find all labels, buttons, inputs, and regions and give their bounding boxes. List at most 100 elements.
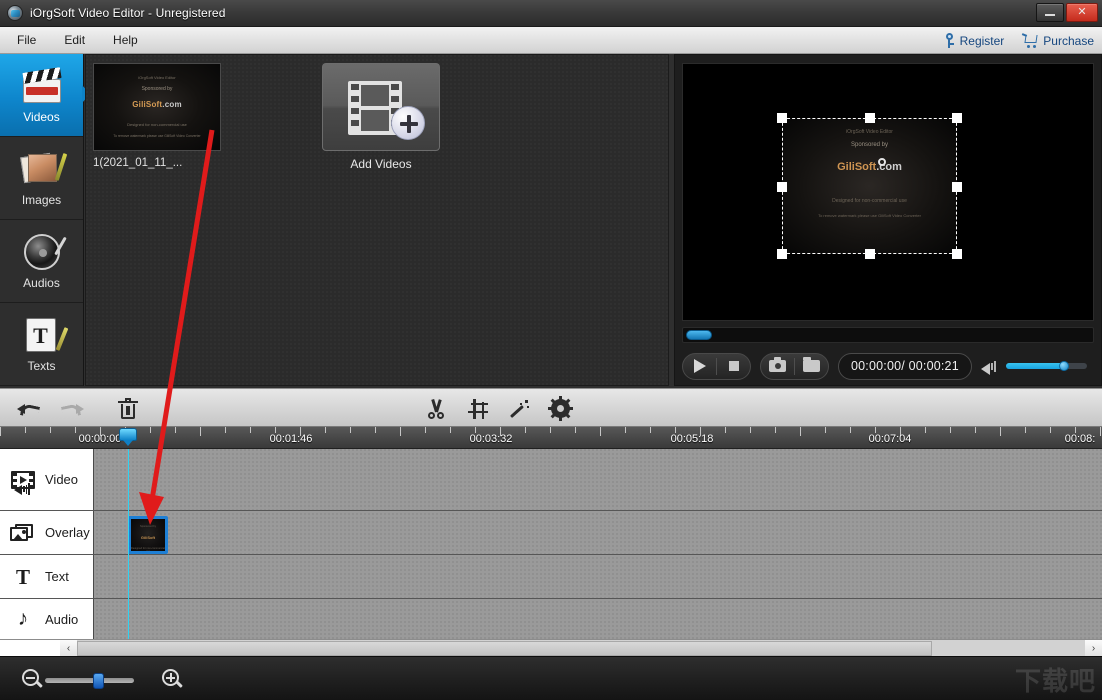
overlay-clip[interactable]: Sponsored by GiliSoft Designed for non-c… <box>128 516 168 554</box>
close-icon: ✕ <box>1077 7 1086 18</box>
media-thumbnail[interactable]: iOrgSoft Video Editor Sponsored by GiliS… <box>93 63 221 151</box>
app-window: iOrgSoft Video Editor - Unregistered ✕ F… <box>0 0 1102 700</box>
ruler-tick <box>225 427 226 433</box>
turntable-icon <box>20 232 64 272</box>
delete-button[interactable] <box>108 389 148 428</box>
add-videos-button[interactable]: Add Videos <box>322 63 440 171</box>
sidebar-item-label: Videos <box>23 110 59 124</box>
scrubber-knob[interactable] <box>686 330 712 340</box>
ruler-label: 00:08: <box>1065 433 1096 445</box>
hscroll-left-arrow[interactable]: ‹ <box>60 640 77 657</box>
folder-icon <box>803 360 820 372</box>
effects-button[interactable] <box>500 389 540 428</box>
track-head-audio[interactable]: ♪ Audio <box>0 599 94 639</box>
hscroll-right-arrow[interactable]: › <box>1085 640 1102 657</box>
zoom-slider[interactable] <box>45 678 134 683</box>
settings-button[interactable] <box>540 389 580 428</box>
video-preview-canvas[interactable]: iOrgSoft Video Editor Sponsored by GiliS… <box>682 63 1094 321</box>
key-icon <box>944 33 955 48</box>
sidebar-item-texts[interactable]: Texts <box>0 303 83 386</box>
ruler-label: 00:00:00 <box>79 433 122 445</box>
ruler-tick <box>525 427 526 433</box>
zoom-slider-knob[interactable] <box>93 673 104 689</box>
ruler-tick <box>750 427 751 433</box>
thumb-line-4: To remove watermark please use GiliSoft … <box>94 134 220 138</box>
track-head-text[interactable]: T Text <box>0 555 94 598</box>
text-pad-icon <box>20 315 64 355</box>
stop-button[interactable] <box>717 353 750 380</box>
minimize-button[interactable] <box>1036 3 1064 22</box>
resize-handle-nw[interactable] <box>777 113 787 123</box>
media-type-sidebar: Videos Images Audios Texts <box>0 54 84 386</box>
add-videos-label: Add Videos <box>322 157 440 171</box>
menu-item-file[interactable]: File <box>6 30 47 50</box>
thumb-line-2: Sponsored by <box>94 86 220 92</box>
register-link[interactable]: Register <box>944 33 1005 48</box>
track-video[interactable]: Video <box>0 449 1102 511</box>
timeline-tracks: Video Overlay Sponsored by GiliSoft Desi… <box>0 449 1102 639</box>
ruler-tick <box>400 427 401 436</box>
clapperboard-icon <box>20 66 64 106</box>
text-t-icon: T <box>10 566 36 588</box>
resize-handle-n[interactable] <box>865 113 875 123</box>
ruler-tick <box>50 427 51 433</box>
ruler-tick <box>950 427 951 433</box>
resize-handle-se[interactable] <box>952 249 962 259</box>
cut-button[interactable] <box>416 389 456 428</box>
music-note-icon: ♪ <box>10 608 36 630</box>
undo-arrow-icon <box>17 399 41 419</box>
resize-handle-e[interactable] <box>952 182 962 192</box>
close-button[interactable]: ✕ <box>1066 3 1098 22</box>
ruler-tick <box>550 427 551 433</box>
track-overlay[interactable]: Overlay Sponsored by GiliSoft Designed f… <box>0 511 1102 555</box>
zoom-out-button[interactable] <box>22 669 43 690</box>
selection-box[interactable] <box>782 118 957 254</box>
zoom-in-button[interactable] <box>162 669 183 690</box>
playhead-handle[interactable] <box>119 428 137 446</box>
track-label: Audio <box>45 612 78 627</box>
ruler-tick <box>850 427 851 433</box>
magic-wand-icon <box>510 399 530 419</box>
track-text[interactable]: T Text <box>0 555 1102 599</box>
ruler-tick <box>450 427 451 433</box>
volume-knob[interactable] <box>1059 361 1069 371</box>
ruler-tick <box>175 427 176 433</box>
ruler-tick <box>825 427 826 433</box>
undo-button[interactable] <box>9 389 49 428</box>
sidebar-item-images[interactable]: Images <box>0 137 83 220</box>
stop-icon <box>729 361 739 371</box>
volume-slider[interactable] <box>1006 363 1087 369</box>
media-item[interactable]: iOrgSoft Video Editor Sponsored by GiliS… <box>93 63 221 169</box>
open-folder-button[interactable] <box>795 353 828 380</box>
media-library-panel: iOrgSoft Video Editor Sponsored by GiliS… <box>85 54 669 386</box>
snapshot-button[interactable] <box>761 353 794 380</box>
hscroll-thumb[interactable] <box>77 641 932 656</box>
purchase-link[interactable]: Purchase <box>1022 34 1094 48</box>
preview-scrubber[interactable] <box>682 327 1094 343</box>
menu-item-edit[interactable]: Edit <box>53 30 96 50</box>
sidebar-item-videos[interactable]: Videos <box>0 54 83 137</box>
track-label: Overlay <box>45 525 90 540</box>
track-head-video[interactable]: Video <box>0 449 94 510</box>
ruler-tick <box>1100 427 1101 436</box>
crop-button[interactable] <box>458 389 498 428</box>
menu-bar-actions: Register Purchase <box>944 27 1094 54</box>
timeline-ruler[interactable]: 00:00:0000:01:4600:03:3200:05:1800:07:04… <box>0 427 1102 449</box>
sidebar-item-audios[interactable]: Audios <box>0 220 83 303</box>
app-icon <box>7 5 23 21</box>
purchase-label: Purchase <box>1043 34 1094 48</box>
resize-handle-w[interactable] <box>777 182 787 192</box>
resize-handle-ne[interactable] <box>952 113 962 123</box>
resize-handle-sw[interactable] <box>777 249 787 259</box>
resize-handle-s[interactable] <box>865 249 875 259</box>
track-head-overlay[interactable]: Overlay <box>0 511 94 554</box>
track-audio[interactable]: ♪ Audio <box>0 599 1102 639</box>
editor-toolbar: Edit Mode Preview <box>0 388 1102 427</box>
track-mute-icon[interactable] <box>14 483 32 496</box>
play-button[interactable] <box>683 353 716 380</box>
redo-button[interactable] <box>52 389 92 428</box>
speaker-icon[interactable] <box>981 360 997 373</box>
menu-item-help[interactable]: Help <box>102 30 149 50</box>
timeline-hscrollbar[interactable]: ‹ › <box>0 639 1102 656</box>
overlay-images-icon <box>10 522 36 544</box>
